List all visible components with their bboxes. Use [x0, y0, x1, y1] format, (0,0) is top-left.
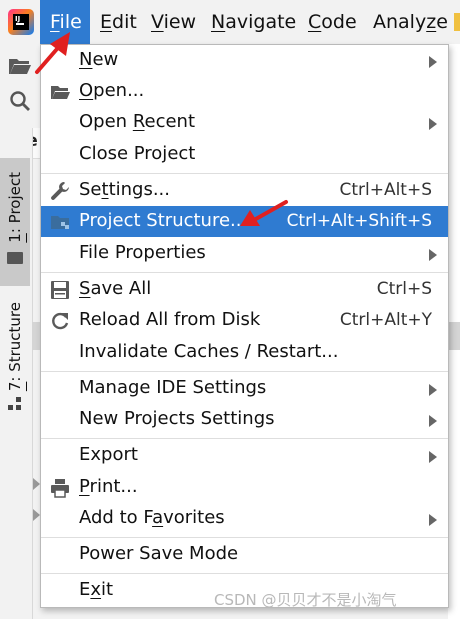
menu-item-open-recent[interactable]: Open Recent — [41, 107, 448, 138]
menu-code[interactable]: Code — [308, 0, 357, 44]
menu-separator — [41, 537, 448, 538]
folder-icon — [7, 252, 23, 264]
menu-item-invalidate-caches[interactable]: Invalidate Caches / Restart... — [41, 337, 448, 368]
menu-separator — [41, 573, 448, 574]
menu-item-close-project[interactable]: Close Project — [41, 139, 448, 170]
project-tool-tab[interactable]: 1: Project — [0, 158, 30, 286]
menu-analyze[interactable]: Analyze — [373, 0, 448, 44]
selected-row-right — [448, 322, 460, 350]
save-icon — [51, 281, 69, 299]
reload-icon — [52, 312, 69, 330]
annotation-arrow-file — [35, 32, 70, 74]
wrench-icon — [51, 182, 69, 200]
menu-view[interactable]: View — [151, 0, 196, 44]
submenu-arrow-icon — [429, 514, 437, 526]
project-tab-label: 1: Project — [6, 172, 24, 243]
menu-separator — [41, 173, 448, 174]
submenu-arrow-icon — [429, 384, 437, 396]
submenu-arrow-icon — [429, 415, 437, 427]
menu-item-reload-all[interactable]: Reload All from Disk Ctrl+Alt+Y — [41, 305, 448, 336]
search-icon[interactable] — [9, 90, 31, 112]
file-menu-dropdown: New Open... Open Recent Close Project Se… — [40, 44, 449, 608]
shortcut-label: Ctrl+S — [376, 279, 432, 299]
menu-navigate[interactable]: Navigate — [211, 0, 296, 44]
submenu-arrow-icon — [429, 118, 437, 130]
tree-expand-icon — [33, 478, 40, 490]
tree-expand-icon — [33, 509, 40, 521]
menu-item-file-properties[interactable]: File Properties — [41, 238, 448, 269]
menu-item-save-all[interactable]: Save All Ctrl+S — [41, 274, 448, 305]
project-structure-icon — [51, 216, 69, 229]
shortcut-label: Ctrl+Alt+S — [339, 180, 432, 200]
annotation-arrow-project-structure — [240, 200, 288, 226]
menu-item-new-projects-settings[interactable]: New Projects Settings — [41, 404, 448, 435]
submenu-arrow-icon — [429, 56, 437, 68]
menu-item-export[interactable]: Export — [41, 440, 448, 471]
shortcut-label: Ctrl+Alt+Shift+S — [286, 211, 432, 231]
menu-separator — [41, 272, 448, 273]
menu-item-new[interactable]: New — [41, 45, 448, 76]
folder-open-icon[interactable] — [8, 56, 32, 76]
menu-item-add-to-favorites[interactable]: Add to Favorites — [41, 503, 448, 534]
menu-edit[interactable]: Edit — [100, 0, 137, 44]
structure-icon — [8, 397, 21, 410]
menu-overflow-icon — [454, 13, 460, 31]
submenu-arrow-icon — [429, 451, 437, 463]
menu-item-print[interactable]: Print... — [41, 472, 448, 503]
submenu-arrow-icon — [429, 249, 437, 261]
structure-tool-tab[interactable]: 7: Structure — [0, 290, 30, 420]
menu-separator — [41, 371, 448, 372]
menu-item-power-save-mode[interactable]: Power Save Mode — [41, 539, 448, 570]
menu-separator — [41, 438, 448, 439]
folder-open-icon — [51, 86, 70, 99]
printer-icon — [51, 479, 69, 498]
menu-item-manage-ide-settings[interactable]: Manage IDE Settings — [41, 373, 448, 404]
shortcut-label: Ctrl+Alt+Y — [339, 310, 432, 330]
structure-tab-label: 7: Structure — [6, 302, 24, 392]
watermark: CSDN @贝贝才不是小淘气 — [214, 591, 397, 609]
menu-item-open[interactable]: Open... — [41, 76, 448, 107]
